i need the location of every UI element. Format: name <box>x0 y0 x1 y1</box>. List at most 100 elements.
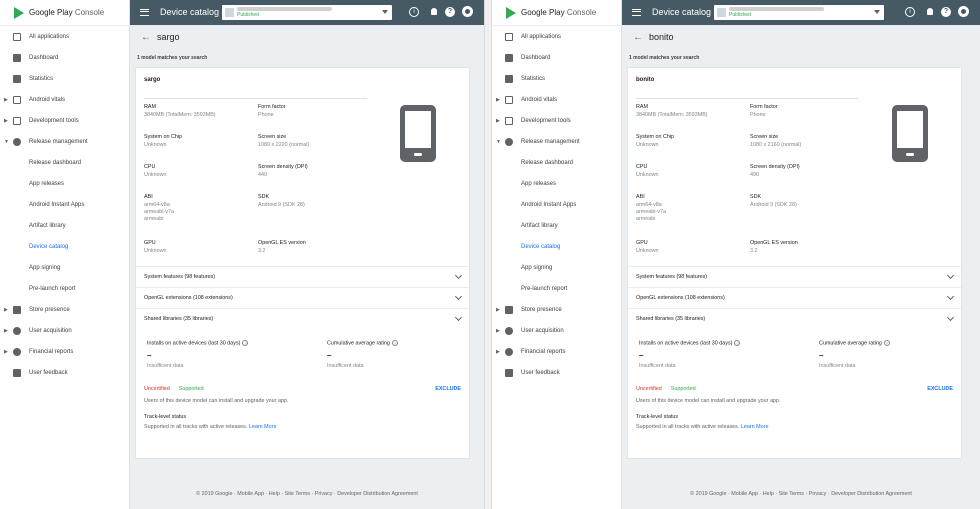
sidebar-item-release-dashboard[interactable]: Release dashboard <box>0 152 129 173</box>
spec-abi: ABI arm64-v8a armeabi-v7a armeabi <box>636 194 666 222</box>
exclude-button[interactable]: EXCLUDE <box>435 386 461 392</box>
statistics-icon <box>505 74 513 83</box>
help-circle-icon[interactable]: ? <box>391 340 398 346</box>
app-selector[interactable]: Published <box>714 5 884 20</box>
sidebar-item-release-dashboard[interactable]: Release dashboard <box>492 152 621 173</box>
notifications-bell-icon[interactable] <box>927 8 933 15</box>
sidebar-item-android-vitals[interactable]: ▶ Android vitals <box>492 89 621 110</box>
sidebar-item-label: Artifact library <box>521 222 558 229</box>
shared-libraries-expander[interactable]: Shared libraries (35 libraries) <box>136 308 469 330</box>
sidebar-item-label: All applications <box>521 33 562 40</box>
opengl-extensions-expander[interactable]: OpenGL extensions (108 extensions) <box>136 287 469 309</box>
sidebar-item-app-releases[interactable]: App releases <box>0 173 129 194</box>
caret-right-icon: ▶ <box>496 117 500 124</box>
exclude-button[interactable]: EXCLUDE <box>927 386 953 392</box>
play-console-logo[interactable]: Google Play Console <box>0 0 129 26</box>
development-tools-icon <box>13 116 21 125</box>
help-circle-icon[interactable]: ? <box>883 340 890 346</box>
sidebar-item-label: Dashboard <box>521 54 551 61</box>
caret-right-icon: ▶ <box>4 348 8 355</box>
app-status: Published <box>237 12 259 18</box>
sidebar-item-android-vitals[interactable]: ▶ Android vitals <box>0 89 129 110</box>
sidebar-item-artifact-library[interactable]: Artifact library <box>492 215 621 236</box>
sidebar-item-pre-launch-report[interactable]: Pre-launch report <box>0 278 129 299</box>
development-tools-icon <box>505 116 513 125</box>
sidebar-item-all-applications[interactable]: All applications <box>0 26 129 47</box>
app-status: Published <box>729 12 751 18</box>
logo-brand: Google Play <box>521 8 565 17</box>
app-selector[interactable]: Published <box>222 5 392 20</box>
sidebar-item-android-instant-apps[interactable]: Android Instant Apps <box>0 194 129 215</box>
back-arrow-icon[interactable]: ← <box>633 32 643 43</box>
info-icon[interactable]: i <box>409 7 419 17</box>
sidebar-item-label: Pre-launch report <box>521 285 568 292</box>
sidebar-item-device-catalog[interactable]: Device catalog <box>0 236 129 257</box>
back-arrow-icon[interactable]: ← <box>141 32 151 43</box>
sidebar-nav: All applications Dashboard Statistics ▶ Andr… <box>492 26 621 383</box>
caret-right-icon: ▶ <box>4 96 8 103</box>
learn-more-link[interactable]: Learn More <box>249 424 277 430</box>
system-features-expander[interactable]: System features (98 features) <box>628 266 961 288</box>
sidebar-item-label: Release management <box>521 138 580 145</box>
caret-down-icon: ▼ <box>496 138 501 145</box>
menu-icon[interactable] <box>632 9 641 16</box>
help-icon[interactable]: ? <box>941 7 951 17</box>
sidebar-item-development-tools[interactable]: ▶ Development tools <box>0 110 129 131</box>
installs-stat: Installs on active devices (last 30 days… <box>147 340 249 370</box>
sidebar-item-app-signing[interactable]: App signing <box>492 257 621 278</box>
sidebar-item-statistics[interactable]: Statistics <box>0 68 129 89</box>
sidebar-item-label: Dashboard <box>29 54 59 61</box>
account-avatar[interactable] <box>958 6 969 17</box>
sidebar-item-statistics[interactable]: Statistics <box>492 68 621 89</box>
sidebar-item-user-acquisition[interactable]: ▶ User acquisition <box>0 320 129 341</box>
play-logo-icon <box>506 6 516 19</box>
sidebar-item-dashboard[interactable]: Dashboard <box>0 47 129 68</box>
sidebar-item-store-presence[interactable]: ▶ Store presence <box>492 299 621 320</box>
user-feedback-icon <box>13 368 21 377</box>
info-icon[interactable]: i <box>905 7 915 17</box>
sidebar-item-label: App signing <box>521 264 553 271</box>
sidebar-item-user-acquisition[interactable]: ▶ User acquisition <box>492 320 621 341</box>
help-circle-icon[interactable]: ? <box>734 340 741 346</box>
opengl-extensions-expander[interactable]: OpenGL extensions (108 extensions) <box>628 287 961 309</box>
help-icon[interactable]: ? <box>445 7 455 17</box>
sidebar-item-label: App releases <box>29 180 65 187</box>
sidebar-item-app-signing[interactable]: App signing <box>0 257 129 278</box>
shared-libraries-expander[interactable]: Shared libraries (35 libraries) <box>628 308 961 330</box>
system-features-expander[interactable]: System features (98 features) <box>136 266 469 288</box>
sidebar-item-label: Release dashboard <box>29 159 82 166</box>
sidebar-item-user-feedback[interactable]: User feedback <box>0 362 129 383</box>
sidebar-item-financial-reports[interactable]: ▶ Financial reports <box>0 341 129 362</box>
phone-device-icon <box>892 105 928 162</box>
spec-abi: ABI arm64-v8a armeabi-v7a armeabi <box>144 194 174 222</box>
sidebar-item-label: User acquisition <box>521 327 564 334</box>
sidebar-item-release-management[interactable]: ▼ Release management <box>492 131 621 152</box>
sidebar-item-label: Device catalog <box>29 243 69 250</box>
sidebar-item-android-instant-apps[interactable]: Android Instant Apps <box>492 194 621 215</box>
sidebar-item-label: Android Instant Apps <box>29 201 85 208</box>
sidebar-item-release-management[interactable]: ▼ Release management <box>0 131 129 152</box>
dropdown-caret-icon <box>382 10 388 14</box>
sidebar-item-app-releases[interactable]: App releases <box>492 173 621 194</box>
sidebar-item-label: User feedback <box>521 369 560 376</box>
account-avatar[interactable] <box>462 6 473 17</box>
sidebar-item-artifact-library[interactable]: Artifact library <box>0 215 129 236</box>
sidebar-item-label: Store presence <box>29 306 70 313</box>
device-card: sargo RAM 3840MB (TotalMem: 3593MB) Form … <box>136 68 469 458</box>
sidebar-item-device-catalog[interactable]: Device catalog <box>492 236 621 257</box>
caret-right-icon: ▶ <box>496 327 500 334</box>
sidebar-item-financial-reports[interactable]: ▶ Financial reports <box>492 341 621 362</box>
sidebar-item-store-presence[interactable]: ▶ Store presence <box>0 299 129 320</box>
sidebar-item-development-tools[interactable]: ▶ Development tools <box>492 110 621 131</box>
store-presence-icon <box>13 305 21 314</box>
menu-icon[interactable] <box>140 9 149 16</box>
sidebar-item-dashboard[interactable]: Dashboard <box>492 47 621 68</box>
sidebar-item-user-feedback[interactable]: User feedback <box>492 362 621 383</box>
play-console-logo[interactable]: Google Play Console <box>492 0 621 26</box>
notifications-bell-icon[interactable] <box>431 8 437 15</box>
learn-more-link[interactable]: Learn More <box>741 424 769 430</box>
sidebar-item-pre-launch-report[interactable]: Pre-launch report <box>492 278 621 299</box>
title-divider <box>144 98 367 99</box>
sidebar-item-all-applications[interactable]: All applications <box>492 26 621 47</box>
help-circle-icon[interactable]: ? <box>242 340 249 346</box>
